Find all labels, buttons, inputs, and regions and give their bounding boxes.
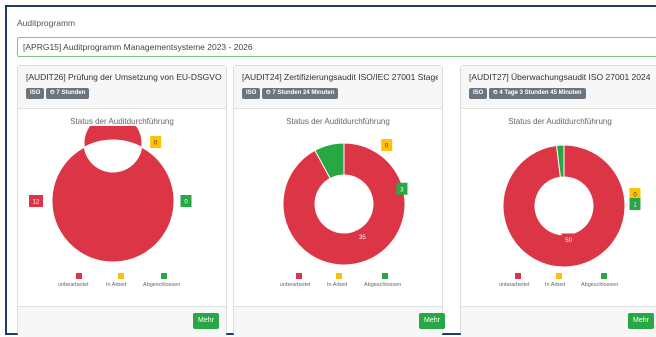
program-label: Auditprogramm bbox=[17, 18, 76, 28]
legend-label-abgeschlossen[interactable]: Abgeschlossen bbox=[581, 282, 618, 288]
audit-title[interactable]: [AUDIT27] Überwachungsaudit ISO 27001 20… bbox=[469, 72, 655, 82]
card-footer: Mehr bbox=[234, 306, 445, 337]
norm-badge: ISO bbox=[469, 88, 488, 99]
legend-label-unbearbeitet[interactable]: unbearbeitet bbox=[58, 282, 89, 288]
legend-swatch-unbearbeitet bbox=[76, 273, 82, 279]
legend-label-in-arbeit[interactable]: In Arbeit bbox=[106, 282, 126, 288]
program-select[interactable]: [APRG15] Auditprogramm Managementsysteme… bbox=[17, 37, 656, 57]
card-footer: Mehr bbox=[18, 306, 226, 337]
chart-title: Status der Auditdurchführung bbox=[508, 117, 612, 126]
status-donut-chart: 1200 bbox=[29, 126, 192, 263]
legend-swatch-abgeschlossen bbox=[382, 273, 388, 279]
legend-swatch-abgeschlossen bbox=[161, 273, 167, 279]
legend-label-in-arbeit[interactable]: In Arbeit bbox=[545, 282, 565, 288]
duration-badge: ⏲ 4 Tage 3 Stunden 45 Minuten bbox=[489, 88, 586, 99]
card-header: [AUDIT24] Zertifizierungsaudit ISO/IEC 2… bbox=[234, 66, 442, 109]
more-button[interactable]: Mehr bbox=[628, 313, 654, 329]
norm-badge: ISO bbox=[242, 88, 261, 99]
chart-title: Status der Auditdurchführung bbox=[70, 117, 174, 126]
value-label-unbearbeitet: 12 bbox=[33, 200, 40, 206]
value-label-unbearbeitet: 50 bbox=[565, 238, 572, 244]
value-label-unbearbeitet: 35 bbox=[359, 235, 366, 241]
status-donut-chart: 3503 bbox=[282, 139, 408, 266]
card-header: [AUDIT27] Überwachungsaudit ISO 27001 20… bbox=[461, 66, 656, 109]
legend-label-in-arbeit[interactable]: In Arbeit bbox=[327, 282, 347, 288]
legend-label-abgeschlossen[interactable]: Abgeschlossen bbox=[364, 282, 401, 288]
chart-title: Status der Auditdurchführung bbox=[286, 117, 390, 126]
legend-swatch-in-arbeit bbox=[336, 273, 342, 279]
card-header: [AUDIT26] Prüfung der Umsetzung von EU-D… bbox=[18, 66, 226, 109]
legend-label-unbearbeitet[interactable]: unbearbeitet bbox=[499, 282, 530, 288]
duration-text: 4 Tage 3 Stunden 45 Minuten bbox=[499, 90, 582, 96]
duration-text: 7 Stunden bbox=[56, 90, 86, 96]
legend-swatch-abgeschlossen bbox=[601, 273, 607, 279]
card-footer: Mehr bbox=[461, 306, 656, 337]
legend-label-unbearbeitet[interactable]: unbearbeitet bbox=[280, 282, 311, 288]
status-donut-chart: 5001 bbox=[502, 144, 641, 268]
more-button[interactable]: Mehr bbox=[193, 313, 219, 329]
legend-label-abgeschlossen[interactable]: Abgeschlossen bbox=[143, 282, 180, 288]
audit-card: [AUDIT26] Prüfung der Umsetzung von EU-D… bbox=[17, 65, 227, 337]
legend-swatch-in-arbeit bbox=[118, 273, 124, 279]
legend-swatch-unbearbeitet bbox=[515, 273, 521, 279]
audit-title[interactable]: [AUDIT24] Zertifizierungsaudit ISO/IEC 2… bbox=[242, 72, 438, 82]
audit-card: [AUDIT24] Zertifizierungsaudit ISO/IEC 2… bbox=[233, 65, 445, 337]
norm-badge: ISO bbox=[26, 88, 45, 99]
legend-swatch-in-arbeit bbox=[556, 273, 562, 279]
duration-text: 7 Stunden 24 Minuten bbox=[272, 90, 335, 96]
duration-badge: ⏲ 7 Stunden bbox=[46, 88, 90, 99]
audit-card: [AUDIT27] Überwachungsaudit ISO 27001 20… bbox=[460, 65, 656, 337]
audit-title[interactable]: [AUDIT26] Prüfung der Umsetzung von EU-D… bbox=[26, 72, 222, 82]
duration-badge: ⏲ 7 Stunden 24 Minuten bbox=[262, 88, 339, 99]
more-button[interactable]: Mehr bbox=[419, 313, 445, 329]
legend-swatch-unbearbeitet bbox=[296, 273, 302, 279]
